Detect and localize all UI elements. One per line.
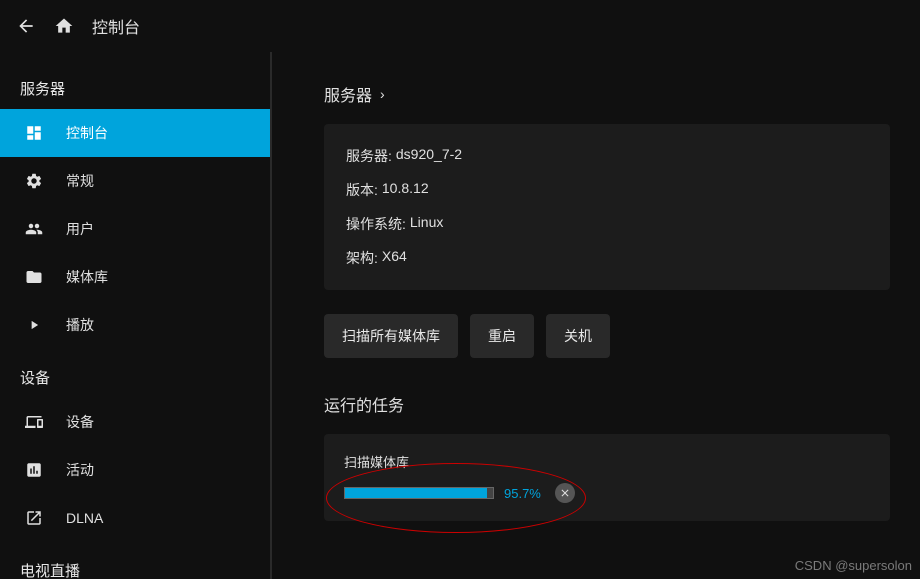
server-name-label: 服务器: [346, 146, 392, 166]
page-title: 控制台 [92, 14, 140, 38]
progress-text: 95.7% [504, 486, 541, 501]
sidebar-item-label: 控制台 [66, 123, 108, 143]
sidebar-item-label: 活动 [66, 460, 94, 480]
shutdown-button[interactable]: 关机 [546, 314, 610, 358]
dashboard-icon [24, 123, 44, 143]
sidebar-item-label: DLNA [66, 510, 103, 526]
progress-row: 95.7% [344, 483, 870, 503]
sidebar-section-server: 服务器 [0, 60, 270, 109]
sidebar-item-label: 设备 [66, 412, 94, 432]
sidebar-item-label: 常规 [66, 171, 94, 191]
sidebar-item-devices[interactable]: 设备 [0, 398, 270, 446]
action-buttons: 扫描所有媒体库 重启 关机 [324, 314, 890, 358]
sidebar-item-general[interactable]: 常规 [0, 157, 270, 205]
info-row-os: 操作系统: Linux [346, 214, 868, 234]
info-row-arch: 架构: X64 [346, 248, 868, 268]
info-row-version: 版本: 10.8.12 [346, 180, 868, 200]
sidebar-item-dlna[interactable]: DLNA [0, 494, 270, 542]
restart-button[interactable]: 重启 [470, 314, 534, 358]
server-info-card: 服务器: ds920_7-2 版本: 10.8.12 操作系统: Linux 架… [324, 124, 890, 290]
tasks-section-title: 运行的任务 [324, 392, 890, 416]
version-label: 版本: [346, 180, 378, 200]
sidebar-item-library[interactable]: 媒体库 [0, 253, 270, 301]
sidebar-section-devices: 设备 [0, 349, 270, 398]
arch-label: 架构: [346, 248, 378, 268]
sidebar-section-livetv: 电视直播 [0, 542, 270, 579]
server-section-title: 服务器 [324, 82, 372, 106]
watermark: CSDN @supersolon [795, 558, 912, 573]
server-name-value: ds920_7-2 [396, 146, 462, 166]
sidebar-item-dashboard[interactable]: 控制台 [0, 109, 270, 157]
sidebar-item-activity[interactable]: 活动 [0, 446, 270, 494]
folder-icon [24, 267, 44, 287]
chevron-right-icon: › [380, 86, 385, 102]
arch-value: X64 [382, 248, 407, 268]
sidebar-item-playback[interactable]: 播放 [0, 301, 270, 349]
sidebar-item-label: 用户 [66, 219, 94, 239]
progress-fill [345, 488, 487, 498]
sidebar: 服务器 控制台 常规 用户 媒体库 播放 设备 设备 活动 [0, 52, 272, 579]
play-icon [24, 315, 44, 335]
users-icon [24, 219, 44, 239]
dlna-icon [24, 508, 44, 528]
scan-library-button[interactable]: 扫描所有媒体库 [324, 314, 458, 358]
content-area: 服务器 › 服务器: ds920_7-2 版本: 10.8.12 操作系统: L… [272, 52, 920, 579]
info-row-server: 服务器: ds920_7-2 [346, 146, 868, 166]
sidebar-item-label: 媒体库 [66, 267, 108, 287]
sidebar-item-label: 播放 [66, 315, 94, 335]
gear-icon [24, 171, 44, 191]
version-value: 10.8.12 [382, 180, 429, 200]
progress-bar [344, 487, 494, 499]
cancel-task-button[interactable] [555, 483, 575, 503]
os-label: 操作系统: [346, 214, 406, 234]
sidebar-item-users[interactable]: 用户 [0, 205, 270, 253]
back-icon[interactable] [16, 16, 36, 36]
task-card: 扫描媒体库 95.7% [324, 434, 890, 521]
os-value: Linux [410, 214, 443, 234]
devices-icon [24, 412, 44, 432]
server-section-link[interactable]: 服务器 › [324, 82, 890, 106]
task-name: 扫描媒体库 [344, 452, 870, 471]
app-header: 控制台 [0, 0, 920, 52]
home-icon[interactable] [54, 16, 74, 36]
chart-icon [24, 460, 44, 480]
